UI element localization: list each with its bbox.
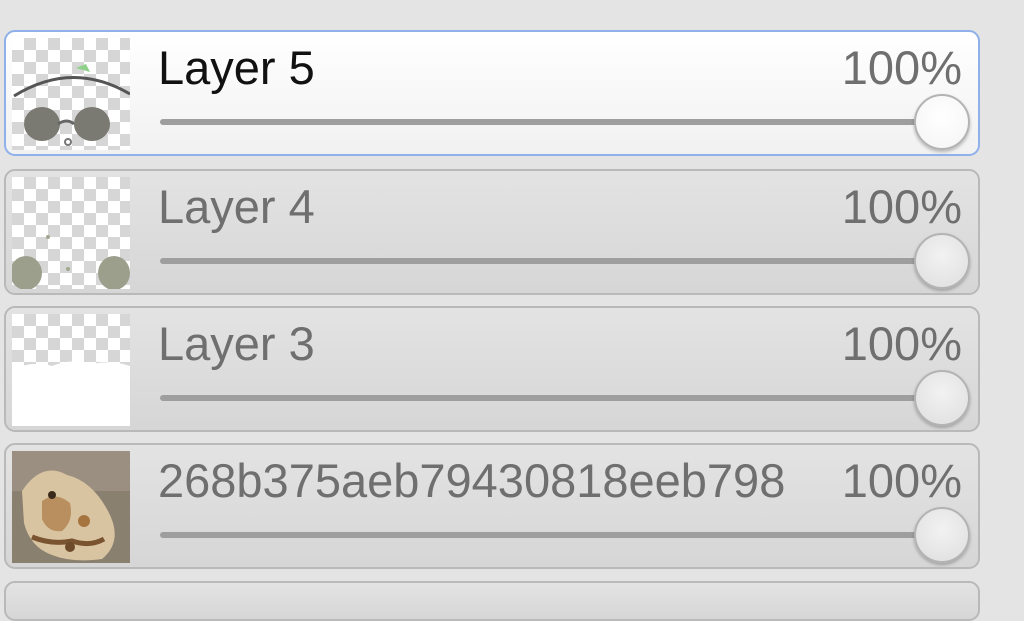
slider-handle[interactable]	[914, 370, 970, 426]
slider-handle[interactable]	[914, 507, 970, 563]
layer-row-photo[interactable]: 268b375aeb79430818eeb798 100%	[4, 443, 980, 569]
layer-name: Layer 4	[158, 180, 315, 233]
layer-3-thumbnail	[12, 314, 130, 426]
layer-opacity-value: 100%	[841, 180, 962, 233]
layer-name: Layer 3	[158, 317, 315, 370]
slider-track	[160, 395, 944, 401]
slider-track	[160, 532, 944, 538]
photo-thumbnail	[12, 451, 130, 563]
slider-track	[160, 258, 944, 264]
layer-5-thumbnail	[12, 38, 130, 150]
layer-name: Layer 5	[158, 41, 315, 94]
layer-row-4[interactable]: Layer 4 100%	[4, 169, 980, 295]
layer-4-thumbnail	[12, 177, 130, 289]
opacity-slider[interactable]	[160, 368, 970, 428]
layer-name: 268b375aeb79430818eeb798	[158, 454, 786, 507]
opacity-slider[interactable]	[160, 231, 970, 291]
layer-opacity-value: 100%	[841, 317, 962, 370]
layer-opacity-value: 100%	[841, 454, 962, 507]
slider-handle[interactable]	[914, 233, 970, 289]
layer-opacity-value: 100%	[841, 41, 962, 94]
layer-row-5[interactable]: Layer 5 100%	[4, 30, 980, 156]
opacity-slider[interactable]	[160, 92, 970, 152]
slider-handle[interactable]	[914, 94, 970, 150]
opacity-slider[interactable]	[160, 505, 970, 565]
slider-track	[160, 119, 944, 125]
layer-row-3[interactable]: Layer 3 100%	[4, 306, 980, 432]
layers-panel: Layer 5 100% Layer 4 100% Layer 3 100% 2…	[0, 0, 1024, 621]
layer-row-partial[interactable]	[4, 581, 980, 621]
